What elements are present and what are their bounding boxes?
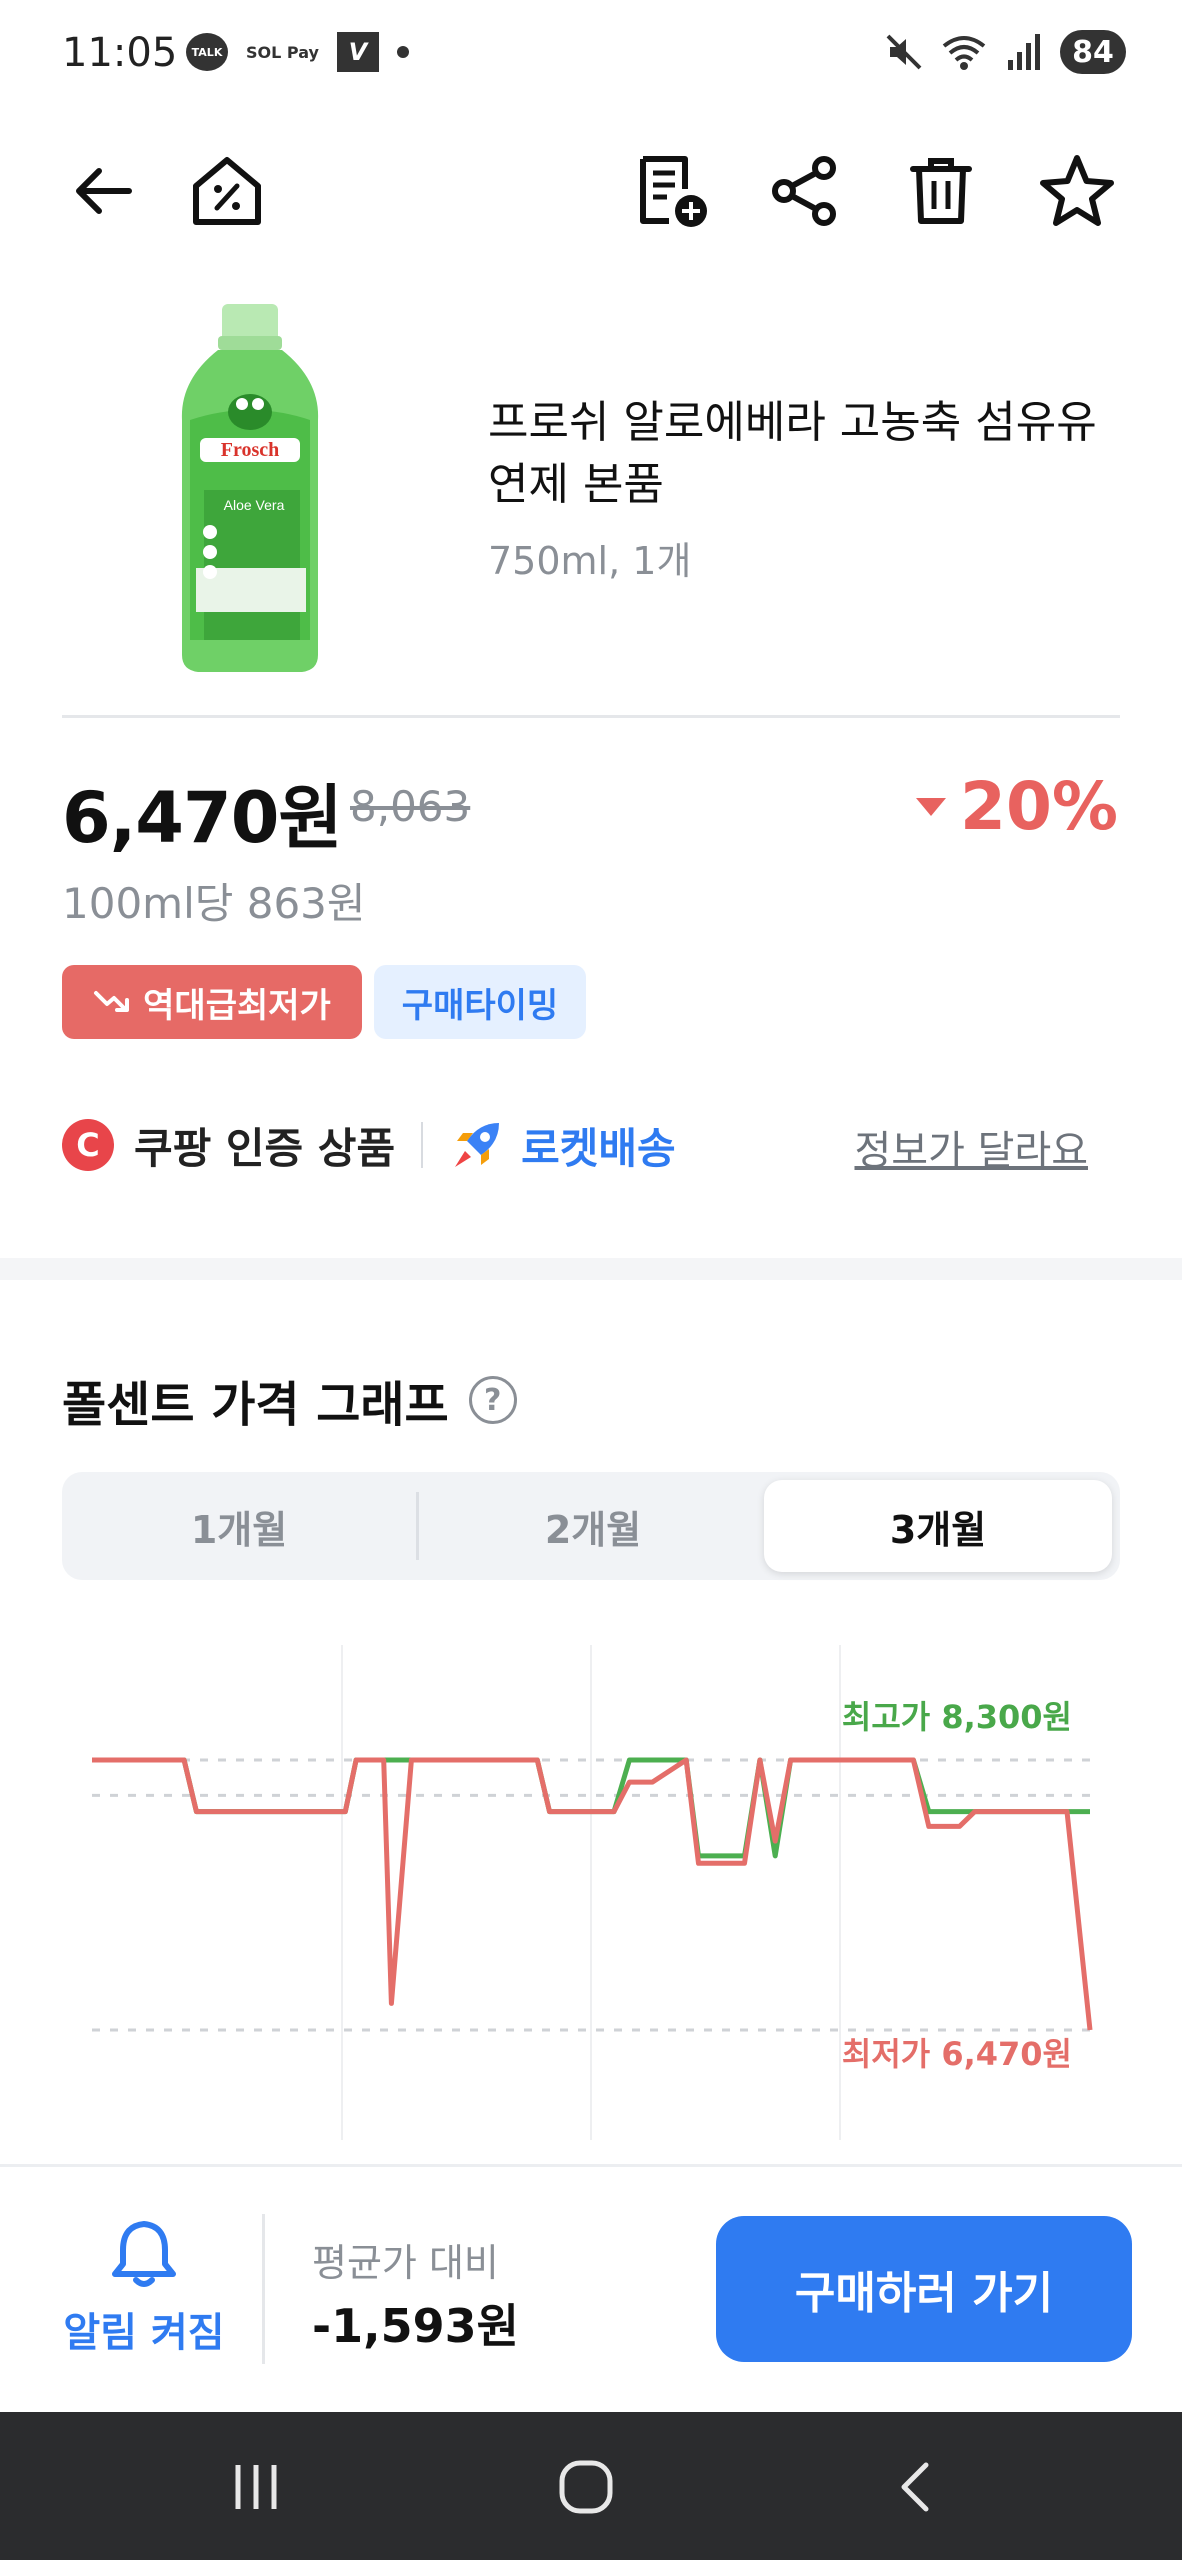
- unit-price: 100ml당 863원: [62, 879, 366, 928]
- buy-button[interactable]: 구매하러 가기: [716, 2216, 1132, 2362]
- v-app-icon: V: [336, 32, 379, 72]
- price-chart: 최고가 8,300원 최저가 6,470원: [92, 1645, 1093, 2140]
- solpay-icon: SOL Pay: [246, 42, 319, 62]
- discount-percent: 20%: [960, 768, 1118, 845]
- share-button[interactable]: [760, 146, 850, 236]
- notification-icons: TALK SOL Pay V: [186, 32, 409, 72]
- product-image: Frosch Aloe Vera: [181, 304, 319, 672]
- product-brand-label: Frosch: [221, 439, 280, 461]
- buy-timing-badge: 구매타이밍: [374, 965, 586, 1039]
- chart-min-label: 최저가 6,470원: [842, 2035, 1072, 2073]
- recent-apps-button[interactable]: [196, 2442, 316, 2532]
- rocket-delivery-label: 로켓배송: [521, 1123, 676, 1173]
- back-arrow-icon: [76, 168, 132, 214]
- signal-icon: [1008, 34, 1040, 70]
- rocket-icon: [455, 1123, 500, 1167]
- more-notifications-dot: [396, 46, 409, 58]
- delete-button[interactable]: [896, 146, 986, 236]
- recent-apps-icon: [235, 2465, 277, 2509]
- wifi-icon: [942, 36, 986, 70]
- divider: [62, 715, 1120, 718]
- mute-icon: [886, 34, 922, 70]
- certification-row: C 쿠팡 인증 상품 로켓배송: [62, 1110, 676, 1180]
- help-icon[interactable]: ?: [468, 1376, 517, 1424]
- down-triangle-icon: [916, 797, 947, 816]
- current-price: 6,470원: [62, 777, 343, 859]
- tab-1-month[interactable]: 1개월: [62, 1472, 416, 1580]
- lowest-price-label: 역대급최저가: [143, 985, 331, 1026]
- kakaotalk-icon: TALK: [186, 33, 228, 71]
- bottom-bar-border: [0, 2164, 1182, 2167]
- original-price: 8,063: [350, 782, 471, 831]
- coupang-logo-icon: C: [62, 1119, 114, 1171]
- trend-down-icon: [94, 991, 130, 1012]
- price-graph-title: 폴센트 가격 그래프 ?: [62, 1365, 517, 1435]
- system-nav-bar: [0, 2412, 1182, 2560]
- discount-rate: 20%: [916, 768, 1118, 845]
- favorite-button[interactable]: [1032, 146, 1122, 236]
- product-name: 프로쉬 알로에베라 고농축 섬유유연제 본품: [488, 397, 1097, 510]
- tab-2-month[interactable]: 2개월: [419, 1472, 767, 1580]
- section-gap: [0, 1258, 1182, 1280]
- back-button[interactable]: [58, 146, 148, 236]
- system-status-icons: 84: [884, 30, 1126, 74]
- add-to-list-icon: [640, 156, 707, 227]
- battery-indicator: 84: [1060, 30, 1126, 74]
- tab-3-month[interactable]: 3개월: [764, 1480, 1112, 1572]
- star-icon: [1040, 155, 1114, 226]
- lowest-price-badge: 역대급최저가: [62, 965, 362, 1039]
- back-icon: [901, 2462, 929, 2512]
- product-variant-label: Aloe Vera: [224, 497, 285, 513]
- status-bar: 11:05 TALK SOL Pay V 84: [0, 0, 1182, 110]
- home-button[interactable]: [526, 2442, 646, 2532]
- coupang-verified-label: 쿠팡 인증 상품: [134, 1123, 396, 1173]
- period-selector: 1개월 2개월 3개월: [62, 1472, 1120, 1580]
- average-compare-value: -1,593원: [312, 2299, 519, 2353]
- graph-title-text: 폴센트 가격 그래프: [62, 1377, 449, 1433]
- deal-home-button[interactable]: [182, 146, 272, 236]
- status-time: 11:05: [62, 30, 178, 76]
- alarm-label: 알림 켜짐: [63, 2310, 225, 2356]
- alarm-toggle[interactable]: 알림 켜짐: [54, 2218, 234, 2358]
- trash-icon: [910, 158, 972, 224]
- share-icon: [772, 156, 836, 226]
- add-to-list-button[interactable]: [628, 146, 718, 236]
- discount-house-icon: [193, 157, 261, 225]
- chart-max-label: 최고가 8,300원: [842, 1698, 1072, 1736]
- average-compare-label: 평균가 대비: [312, 2241, 499, 2285]
- system-back-button[interactable]: [856, 2442, 976, 2532]
- cert-separator: [421, 1122, 424, 1168]
- bell-icon: [112, 2221, 176, 2287]
- home-icon: [559, 2460, 613, 2514]
- report-info-link[interactable]: 정보가 달라요: [854, 1118, 1088, 1176]
- product-spec: 750ml, 1개: [488, 539, 692, 583]
- bottom-separator: [262, 2214, 265, 2364]
